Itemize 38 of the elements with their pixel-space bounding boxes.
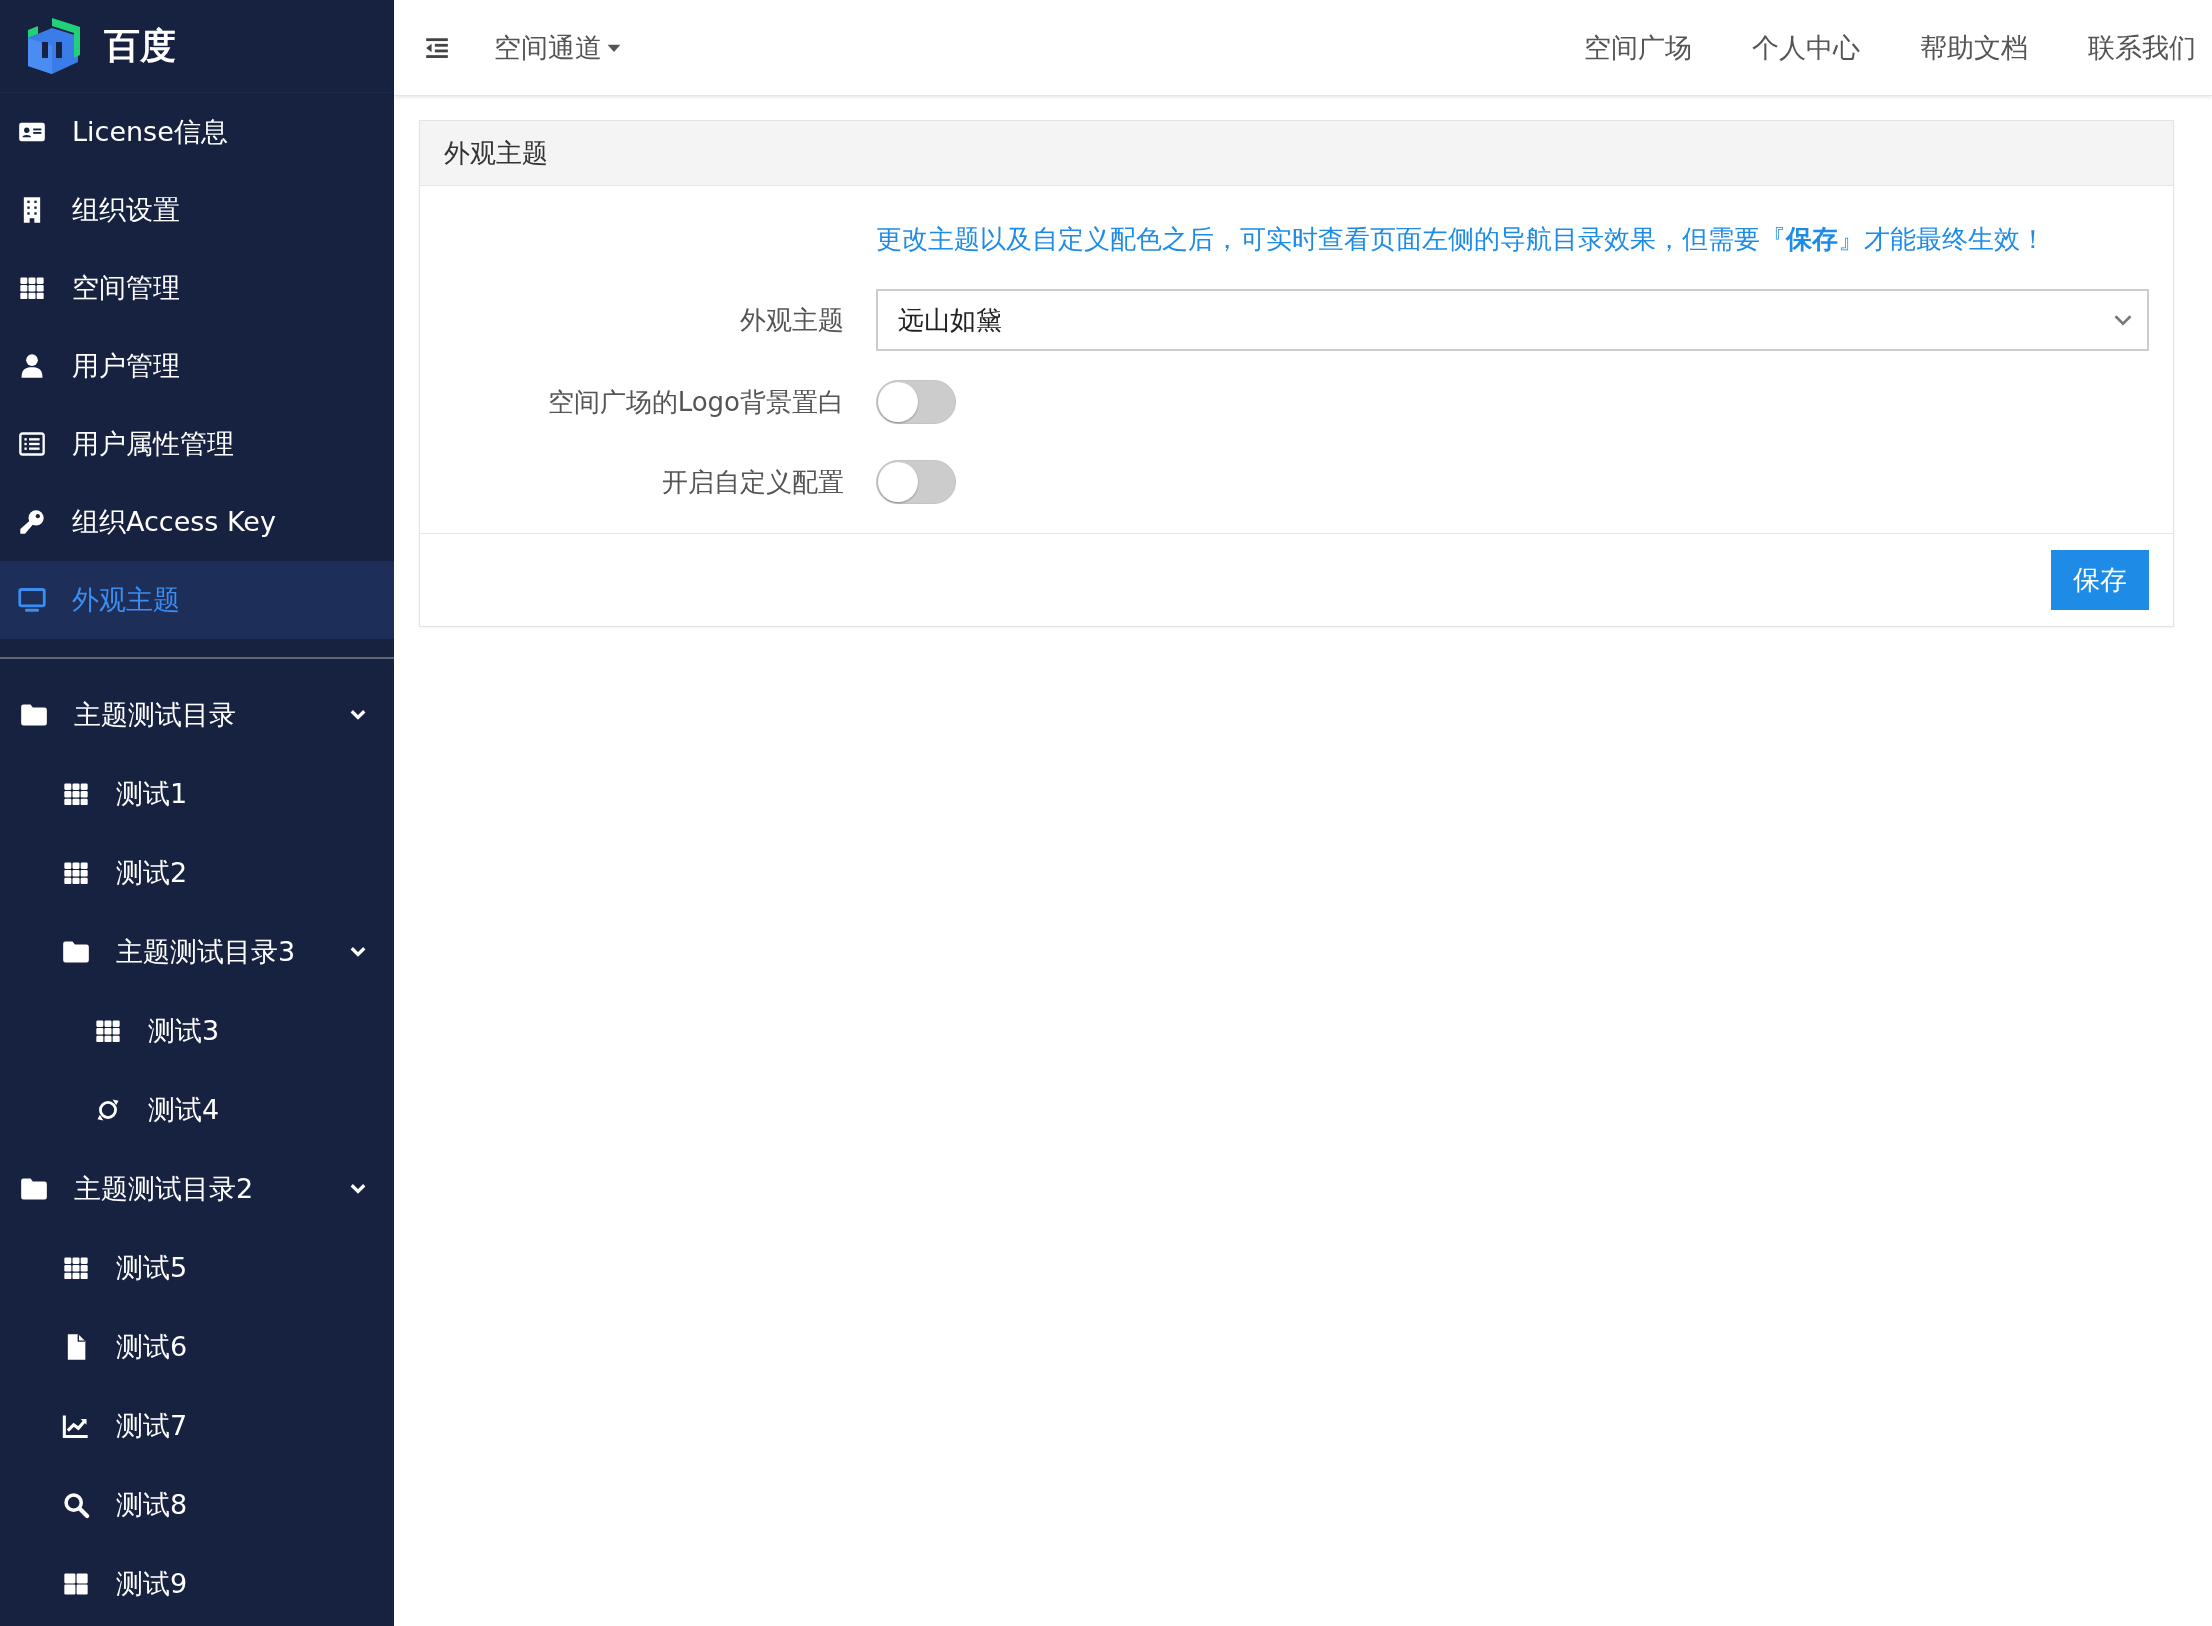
page-item[interactable]: 测试3 [0,991,394,1070]
field-label: 开启自定义配置 [661,465,844,499]
page-item[interactable]: 测试2 [0,833,394,912]
page-item[interactable]: 测试9 [0,1544,394,1623]
save-button[interactable]: 保存 [2051,550,2149,610]
monitor-icon [18,586,46,614]
page-item[interactable]: 测试7 [0,1386,394,1465]
nav-link[interactable]: 帮助文档 [1920,29,2028,66]
menu-item[interactable]: 外观主题 [0,561,394,639]
page-item[interactable]: 测试8 [0,1465,394,1544]
menu-item[interactable]: 组织Access Key [0,483,394,561]
folder-item[interactable]: 主题测试目录3 [0,912,394,991]
notice-text: 更改主题以及自定义配色之后，可实时查看页面左侧的导航目录效果，但需要『保存』才能最终生效！ [876,223,2047,256]
list-icon [18,430,46,458]
nav-link[interactable]: 空间广场 [1584,29,1692,66]
nav-link[interactable]: 个人中心 [1752,29,1860,66]
space-dropdown[interactable]: 空间通道 [494,29,622,66]
nav-link[interactable]: 联系我们 [2088,29,2196,66]
panel-title: 外观主题 [420,121,2173,186]
page-item[interactable]: 测试6 [0,1307,394,1386]
toggle-switch[interactable] [876,380,956,424]
field-label: 外观主题 [739,303,844,337]
page-item[interactable]: 测试1 [0,754,394,833]
menu-item[interactable]: 用户属性管理 [0,405,394,483]
page-item[interactable]: 测试4 [0,1070,394,1149]
toggle-switch[interactable] [876,460,956,504]
brand-name: 百度 [104,23,176,68]
field-label: 空间广场的Logo背景置白 [546,385,844,419]
search-icon [62,1490,90,1519]
folder-item[interactable]: 主题测试目录2 [0,1149,394,1228]
menu-item[interactable]: License信息 [0,93,394,171]
page-item[interactable]: 测试5 [0,1228,394,1307]
menu-item[interactable]: 空间管理 [0,249,394,327]
folder-item[interactable]: 主题测试目录 [0,675,394,754]
key-icon [18,508,46,536]
theme-select[interactable]: 远山如黛 [876,289,2149,351]
menu-item[interactable]: 用户管理 [0,327,394,405]
menu-item[interactable]: 组织设置 [0,171,394,249]
